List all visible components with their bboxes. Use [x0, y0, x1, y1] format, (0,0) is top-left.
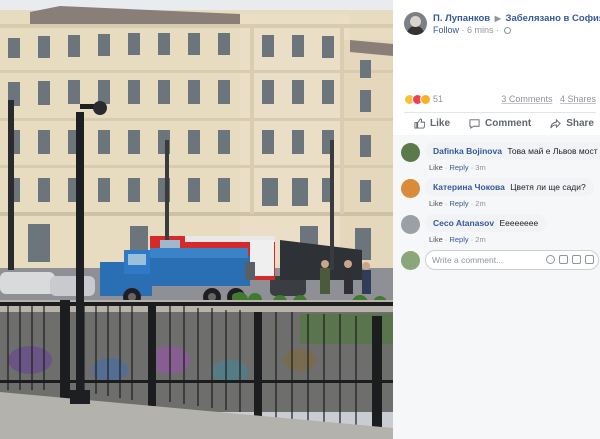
comment-actions: Like · Reply · 3m — [429, 163, 486, 172]
comment-bubble: Dafinka Bojinova Това май е Львов мост — [425, 142, 600, 160]
comment-item: Катерина Чокова Цветя ли ще сади? Like ·… — [401, 175, 597, 209]
comment-like-link[interactable]: Like — [429, 199, 443, 208]
share-icon — [550, 118, 561, 129]
like-icon — [414, 118, 425, 129]
author-avatar[interactable] — [404, 12, 427, 35]
comments-section: Dafinka Bojinova Това май е Львов мост L… — [393, 135, 600, 439]
shares-count-link[interactable]: 4 Shares — [560, 94, 596, 104]
comment-item: Ceco Atanasov Ееееееее Like · Reply · 2m — [401, 211, 597, 245]
comment-reply-link[interactable]: Reply — [449, 235, 468, 244]
comment-time[interactable]: 2m — [475, 235, 485, 244]
share-label: Share — [566, 118, 594, 129]
comment-actions: Like · Reply · 2m — [429, 235, 486, 244]
like-button[interactable]: Like — [414, 118, 450, 129]
sticker-icon[interactable] — [585, 255, 594, 264]
reaction-count: 51 — [433, 94, 444, 104]
comments-count-link[interactable]: 3 Comments — [501, 94, 552, 104]
post-header: П. Лупанков ▶ Забелязано в София Follow … — [404, 12, 600, 40]
like-label: Like — [430, 118, 451, 129]
share-button[interactable]: Share — [550, 118, 594, 129]
group-name[interactable]: Забелязано в София — [506, 13, 600, 24]
post-actions: Like Comment Share — [404, 112, 596, 134]
camera-icon[interactable] — [559, 255, 568, 264]
comment-icon — [469, 119, 480, 129]
comment-button[interactable]: Comment — [469, 118, 531, 129]
comment-bubble: Катерина Чокова Цветя ли ще сади? — [425, 178, 594, 196]
meta-separator: · — [496, 25, 502, 35]
comment-like-link[interactable]: Like — [429, 235, 443, 244]
author-name[interactable]: П. Лупанков — [433, 13, 490, 24]
comment-reply-link[interactable]: Reply — [449, 163, 468, 172]
post-sidebar: П. Лупанков ▶ Забелязано в София Follow … — [393, 0, 600, 439]
commenter-avatar[interactable] — [401, 215, 420, 234]
globe-icon — [503, 27, 511, 34]
commenter-avatar[interactable] — [401, 143, 420, 162]
comment-time[interactable]: 3m — [475, 163, 485, 172]
comment-item: Dafinka Bojinova Това май е Львов мост L… — [401, 139, 600, 173]
commenter-name[interactable]: Катерина Чокова — [433, 182, 505, 192]
street-scene-image — [0, 0, 393, 439]
comment-input[interactable]: Write a comment... — [425, 250, 599, 270]
post-time[interactable]: 6 mins — [467, 25, 494, 35]
commenter-avatar[interactable] — [401, 179, 420, 198]
emoji-icon[interactable] — [546, 255, 555, 264]
post-photo[interactable] — [0, 0, 393, 439]
gif-icon[interactable] — [572, 255, 581, 264]
haha-reaction-icon — [420, 94, 431, 105]
comment-like-link[interactable]: Like — [429, 163, 443, 172]
stats-right: 3 Comments 4 Shares — [501, 94, 596, 104]
comment-text: Ееееееее — [499, 218, 539, 228]
comment-text: Това май е Львов мост — [507, 146, 598, 156]
current-user-avatar — [401, 251, 420, 270]
post-meta: Follow · 6 mins · — [433, 25, 511, 35]
commenter-name[interactable]: Dafinka Bojinova — [433, 146, 502, 156]
comment-actions: Like · Reply · 2m — [429, 199, 486, 208]
comment-input-tools — [546, 255, 594, 264]
post-stats: 51 3 Comments 4 Shares — [404, 94, 596, 108]
comment-input-placeholder: Write a comment... — [432, 255, 504, 265]
arrow-right-icon: ▶ — [494, 14, 501, 23]
comment-bubble: Ceco Atanasov Ееееееее — [425, 214, 547, 232]
comment-reply-link[interactable]: Reply — [449, 199, 468, 208]
comment-text: Цветя ли ще сади? — [510, 182, 586, 192]
comment-label: Comment — [485, 118, 532, 129]
follow-link[interactable]: Follow — [433, 25, 459, 35]
commenter-name[interactable]: Ceco Atanasov — [433, 218, 494, 228]
write-comment-row: Write a comment... — [401, 249, 599, 271]
author-line: П. Лупанков ▶ Забелязано в София — [433, 13, 600, 24]
comment-time[interactable]: 2m — [475, 199, 485, 208]
